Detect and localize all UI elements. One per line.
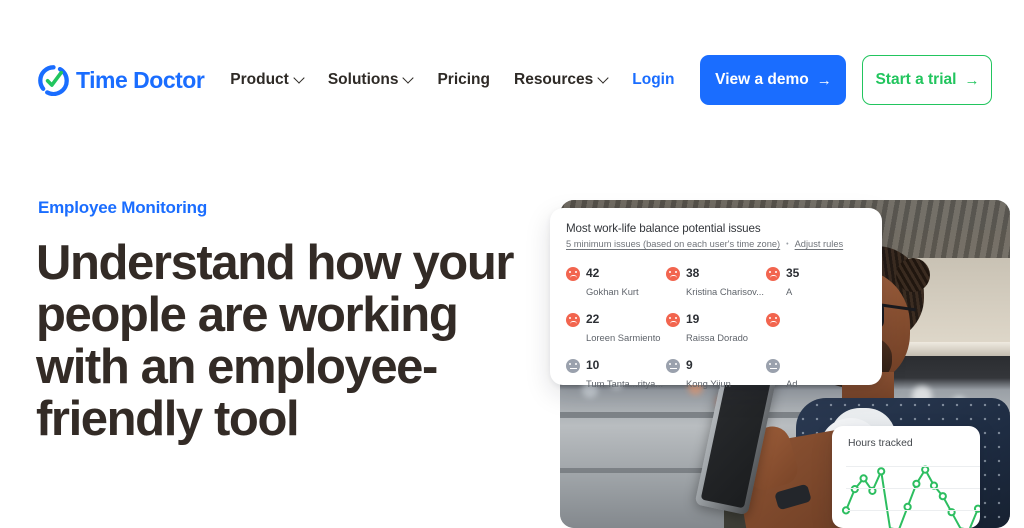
hero-eyebrow: Employee Monitoring <box>38 198 208 217</box>
adjust-rules-link[interactable]: Adjust rules <box>795 239 844 249</box>
issue-user-name: Loreen Sarmiento <box>586 332 661 343</box>
minimum-issues-link[interactable]: 5 minimum issues (based on each user's t… <box>566 239 780 249</box>
brand-name: Time Doctor <box>76 66 205 93</box>
start-a-trial-button[interactable]: Start a trial → <box>862 55 993 105</box>
page-title: Understand how your people are working w… <box>36 236 514 446</box>
issue-user-name: Tum Tanta...ritya... <box>586 378 664 389</box>
issue-count: 19 <box>686 312 700 326</box>
hours-tracked-title: Hours tracked <box>848 438 913 449</box>
nav-item-solutions[interactable]: Solutions <box>316 71 426 89</box>
nav-item-login-label: Login <box>632 71 675 88</box>
neutral-face-icon <box>766 359 780 373</box>
card-subtitle: 5 minimum issues (based on each user's t… <box>566 239 866 249</box>
issue-item[interactable]: 22 Loreen Sarmiento <box>566 306 666 350</box>
issue-item[interactable]: 38 Kristina Charisov... <box>666 260 766 304</box>
issue-item[interactable]: 35 A <box>766 260 866 304</box>
issue-count: 42 <box>586 266 600 280</box>
time-doctor-check-circle-logo-icon <box>38 64 69 96</box>
brand-logo[interactable]: Time Doctor <box>38 64 205 96</box>
issue-count: 10 <box>586 358 600 372</box>
work-life-balance-card: Most work-life balance potential issues … <box>550 208 882 389</box>
sad-face-icon <box>666 267 680 281</box>
nav-item-solutions-label: Solutions <box>327 71 399 88</box>
issue-user-name: Ad <box>786 378 798 389</box>
issues-grid: 42 Gokhan Kurt 38 Kristina Charisov... 3… <box>566 260 866 396</box>
issue-item[interactable] <box>766 306 866 350</box>
chevron-down-icon <box>295 74 304 83</box>
neutral-face-icon <box>566 359 580 373</box>
nav-item-login[interactable]: Login <box>620 71 692 89</box>
nav-item-resources[interactable]: Resources <box>502 71 620 89</box>
neutral-face-icon <box>666 359 680 373</box>
issue-count: 35 <box>786 266 800 280</box>
arrow-right-icon: → <box>816 71 832 89</box>
sad-face-icon <box>766 267 780 281</box>
nav-item-resources-label: Resources <box>514 71 594 88</box>
hours-tracked-card: Hours tracked <box>832 426 980 528</box>
sad-face-icon <box>566 313 580 327</box>
hours-tracked-chart <box>840 460 980 528</box>
nav-item-pricing[interactable]: Pricing <box>425 71 502 89</box>
card-title: Most work-life balance potential issues <box>566 222 761 235</box>
hero-visual: Most work-life balance potential issues … <box>550 190 1024 528</box>
view-a-demo-label: View a demo <box>715 71 809 88</box>
issue-user-name: Kong Yijun <box>686 378 731 389</box>
sad-face-icon <box>766 313 780 327</box>
nav-item-pricing-label: Pricing <box>437 71 490 88</box>
issue-user-name: Raissa Dorado <box>686 332 749 343</box>
issue-item[interactable]: 19 Raissa Dorado <box>666 306 766 350</box>
issue-count: 38 <box>686 266 700 280</box>
issue-count: 9 <box>686 358 693 372</box>
issue-user-name: Gokhan Kurt <box>586 286 639 297</box>
separator-dot: • <box>786 240 789 248</box>
nav-item-product-label: Product <box>230 71 289 88</box>
issue-item[interactable]: 42 Gokhan Kurt <box>566 260 666 304</box>
chevron-down-icon <box>404 74 413 83</box>
issue-user-name: A <box>786 286 793 297</box>
nav-item-product[interactable]: Product <box>218 71 316 89</box>
issue-item[interactable]: 9 Kong Yijun <box>666 352 766 396</box>
view-a-demo-button[interactable]: View a demo → <box>700 55 847 105</box>
issue-item[interactable]: 10 Tum Tanta...ritya... <box>566 352 666 396</box>
arrow-right-icon: → <box>964 71 980 89</box>
issue-item[interactable]: Ad <box>766 352 866 396</box>
issue-user-name: Kristina Charisov... <box>686 286 764 297</box>
nav-links: Product Solutions Pricing Resources Logi… <box>218 55 993 105</box>
issue-count: 22 <box>586 312 600 326</box>
sad-face-icon <box>666 313 680 327</box>
hours-line-chart-svg <box>841 465 980 528</box>
top-navigation-bar: Time Doctor Product Solutions Pricing Re… <box>0 0 1024 160</box>
sad-face-icon <box>566 267 580 281</box>
chevron-down-icon <box>599 74 608 83</box>
start-a-trial-label: Start a trial <box>875 71 957 88</box>
